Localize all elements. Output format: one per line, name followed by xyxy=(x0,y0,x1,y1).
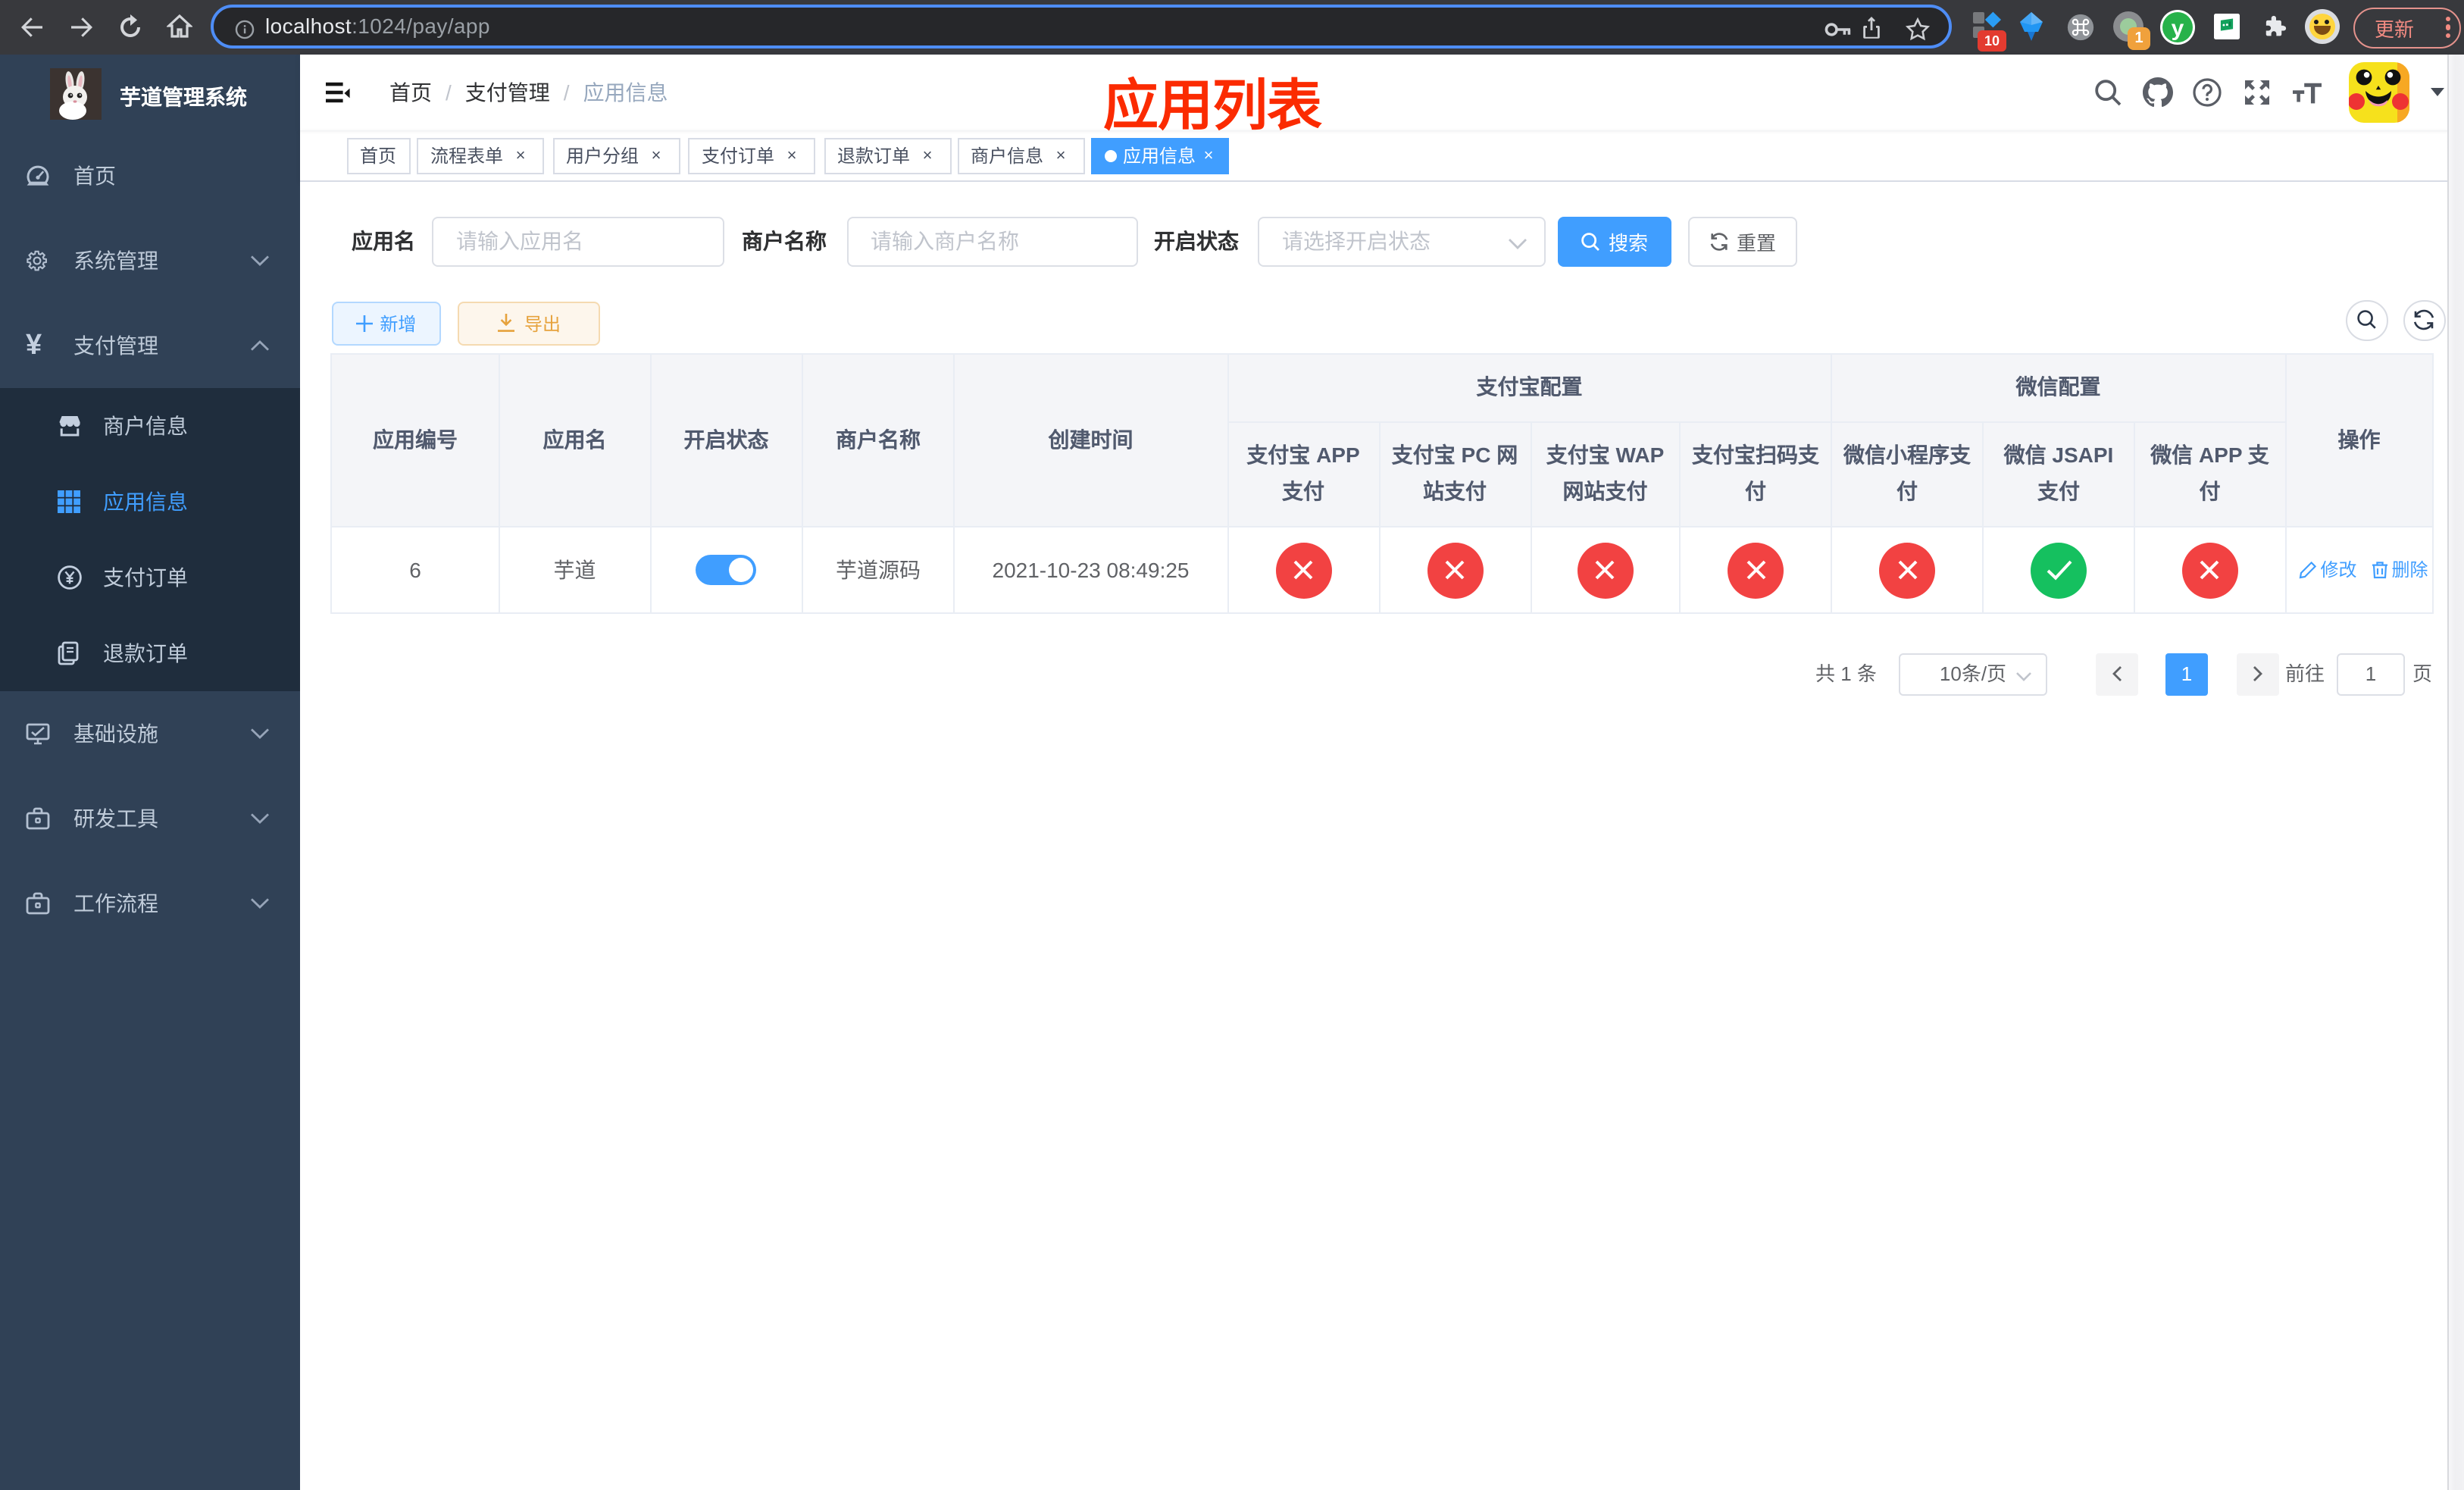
svg-text:y: y xyxy=(2172,16,2184,41)
